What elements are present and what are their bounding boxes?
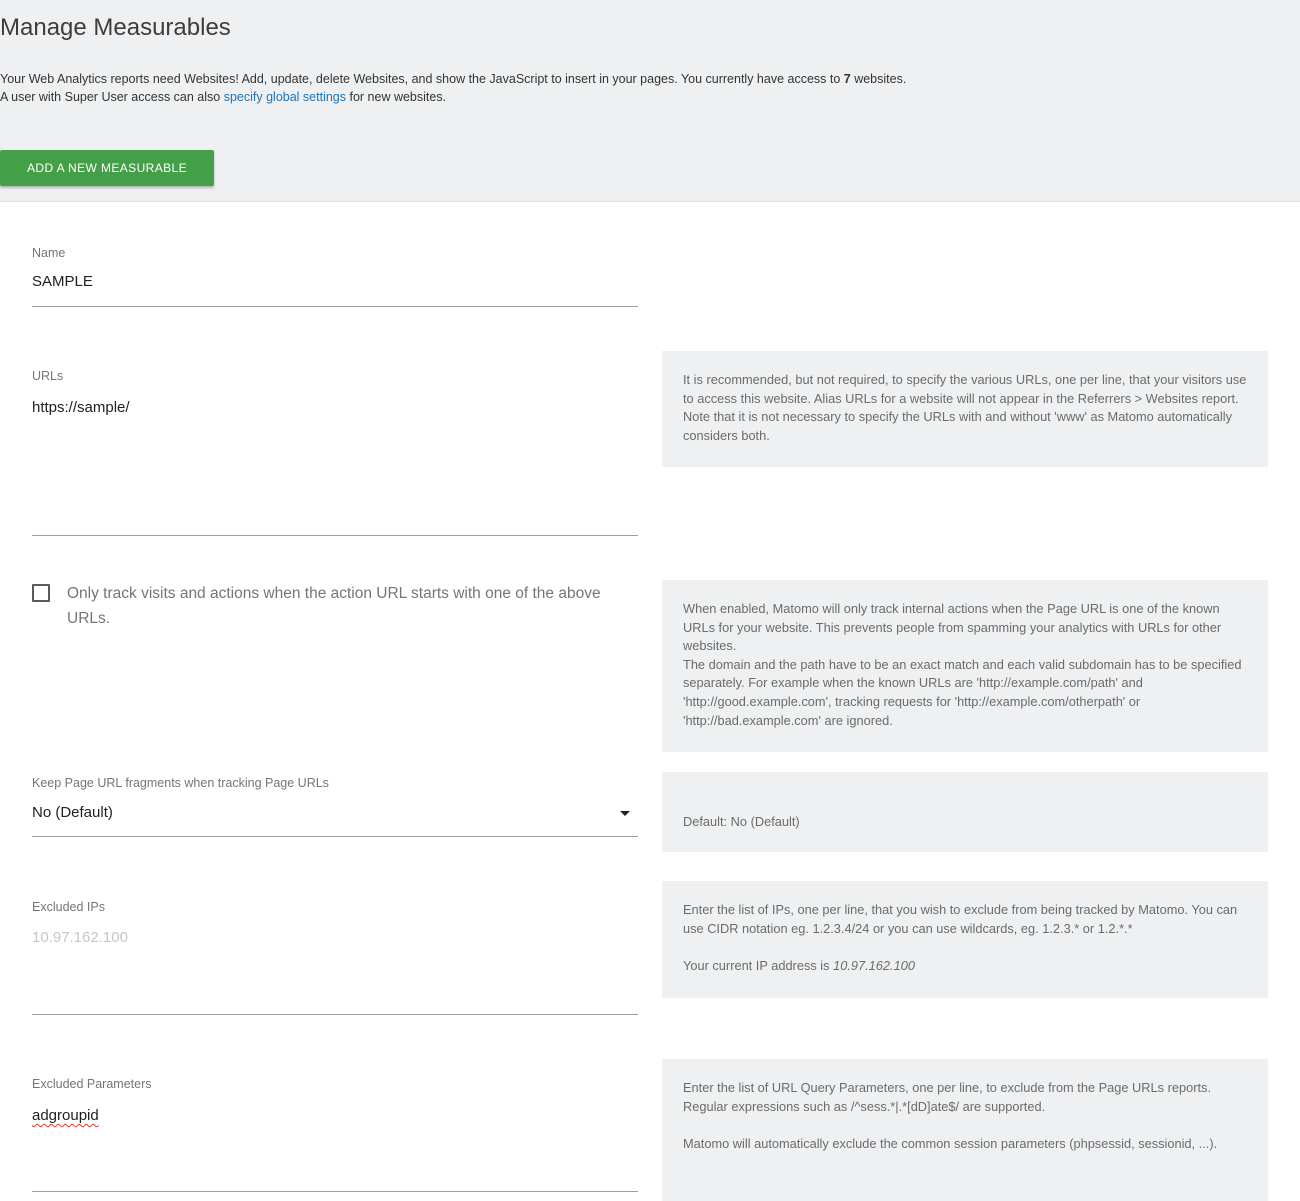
intro-line2-end: for new websites. xyxy=(346,90,447,104)
intro-line1-text: Your Web Analytics reports need Websites… xyxy=(0,72,844,86)
keep-url-fragments-select[interactable]: No (Default) xyxy=(32,804,113,821)
only-track-known-urls-checkbox[interactable] xyxy=(32,584,50,602)
name-label: Name xyxy=(32,246,66,260)
global-settings-link[interactable]: specify global settings xyxy=(224,90,346,104)
only-track-help-text-1: When enabled, Matomo will only track int… xyxy=(683,601,1222,654)
intro-line1-end: websites. xyxy=(850,72,907,86)
only-track-help-text-2: The domain and the path have to be an ex… xyxy=(683,656,1242,728)
keep-url-fragments-underline xyxy=(32,836,638,837)
excluded-ips-textarea[interactable]: 10.97.162.100 xyxy=(32,929,128,946)
excluded-parameters-help: Enter the list of URL Query Parameters, … xyxy=(662,1059,1268,1201)
urls-textarea[interactable]: https://sample/ xyxy=(32,399,130,416)
keep-url-fragments-help-text: Default: No (Default) xyxy=(683,814,800,829)
current-ip-line: Your current IP address is 10.97.162.100 xyxy=(683,957,1247,976)
add-measurable-button[interactable]: Add a new measurable xyxy=(0,150,214,186)
urls-help-text: It is recommended, but not required, to … xyxy=(683,372,1247,443)
caret-down-icon[interactable] xyxy=(620,811,630,816)
page-header: Manage Measurables Your Web Analytics re… xyxy=(0,0,1300,202)
excluded-parameters-value: adgroupid xyxy=(32,1107,99,1124)
current-ip-prefix: Your current IP address is xyxy=(683,957,834,973)
current-ip-value: 10.97.162.100 xyxy=(833,957,915,973)
only-track-known-urls-label[interactable]: Only track visits and actions when the a… xyxy=(67,581,637,631)
excluded-parameters-underline xyxy=(32,1191,638,1192)
excluded-parameters-textarea[interactable]: adgroupid xyxy=(32,1107,99,1124)
keep-url-fragments-help: Default: No (Default) xyxy=(662,772,1268,852)
excluded-parameters-label: Excluded Parameters xyxy=(32,1077,152,1091)
excluded-ips-help: Enter the list of IPs, one per line, tha… xyxy=(662,881,1268,998)
urls-label: URLs xyxy=(32,369,64,383)
excluded-parameters-help-text-2: Matomo will automatically exclude the co… xyxy=(683,1135,1218,1151)
excluded-ips-label: Excluded IPs xyxy=(32,900,105,914)
keep-url-fragments-label: Keep Page URL fragments when tracking Pa… xyxy=(32,776,329,790)
page-title: Manage Measurables xyxy=(0,14,231,41)
urls-help: It is recommended, but not required, to … xyxy=(662,351,1268,467)
excluded-parameters-help-text-1: Enter the list of URL Query Parameters, … xyxy=(683,1080,1211,1114)
urls-textarea-underline xyxy=(32,535,638,536)
site-count: 7 xyxy=(843,72,851,86)
excluded-ips-underline xyxy=(32,1014,638,1015)
name-input-underline xyxy=(32,306,638,307)
name-input[interactable]: SAMPLE xyxy=(32,273,93,290)
intro-text: Your Web Analytics reports need Websites… xyxy=(0,70,1100,106)
intro-line2-text: A user with Super User access can also xyxy=(0,90,224,104)
excluded-ips-help-text: Enter the list of IPs, one per line, tha… xyxy=(683,902,1238,936)
only-track-known-urls-help: When enabled, Matomo will only track int… xyxy=(662,580,1268,752)
